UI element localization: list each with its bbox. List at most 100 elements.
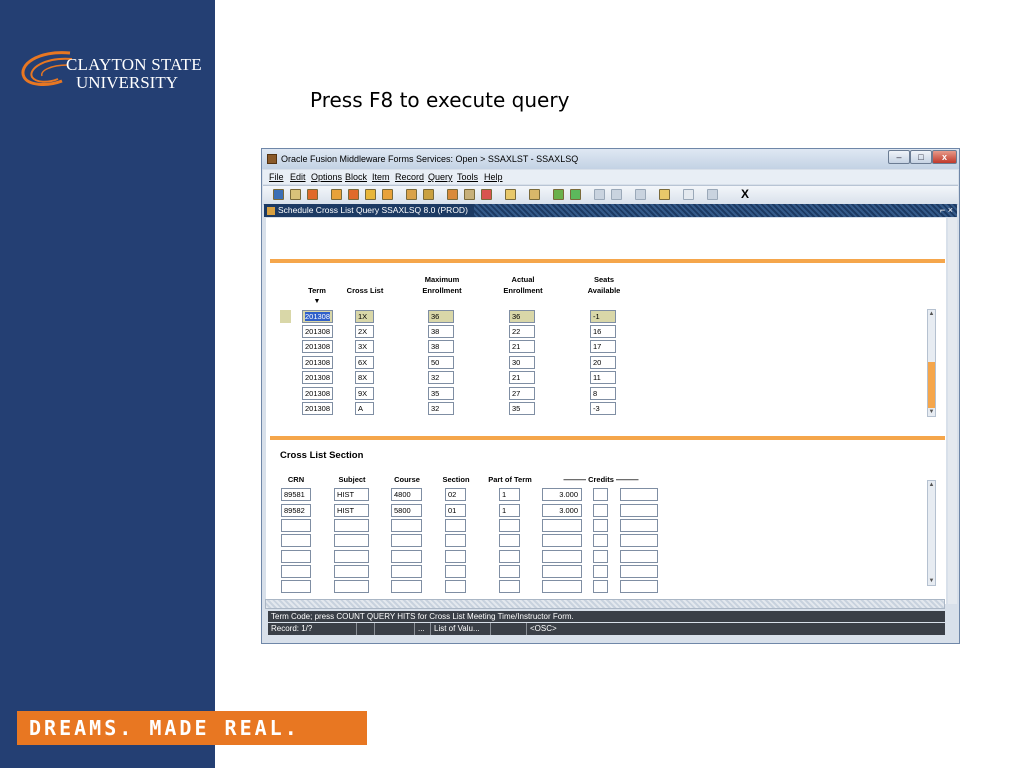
part-of-term-field[interactable] [499,519,520,532]
menu-item[interactable]: Item [372,172,390,182]
credit-hours-field[interactable]: 3.000 [542,488,582,501]
max-enrollment-field[interactable]: 35 [428,387,454,400]
cross-list-field[interactable]: 9X [355,387,374,400]
list-icon[interactable] [594,189,605,200]
part-of-term-field[interactable] [499,580,520,593]
credit-indicator-field[interactable] [593,580,608,593]
seats-available-field[interactable]: -1 [590,310,616,323]
execute-query-icon[interactable] [423,189,434,200]
actual-enrollment-field[interactable]: 30 [509,356,535,369]
section-field[interactable]: 02 [445,488,466,501]
term-field[interactable]: 201308 [302,325,333,338]
menu-block[interactable]: Block [345,172,367,182]
subject-field[interactable] [334,519,369,532]
menu-record[interactable]: Record [395,172,424,182]
part-of-term-field[interactable] [499,550,520,563]
menu-tools[interactable]: Tools [457,172,478,182]
menu-query[interactable]: Query [428,172,453,182]
save-icon[interactable] [273,189,284,200]
term-field[interactable]: 201308 [302,387,333,400]
course-field[interactable]: 4800 [391,488,422,501]
subject-field[interactable] [334,565,369,578]
credit-type-field[interactable] [620,580,658,593]
course-field[interactable] [391,565,422,578]
credit-hours-field[interactable]: 3.000 [542,504,582,517]
cross-list-field[interactable]: 6X [355,356,374,369]
menu-file[interactable]: File [269,172,284,182]
crn-field[interactable] [281,519,311,532]
actual-enrollment-field[interactable]: 21 [509,371,535,384]
credit-type-field[interactable] [620,504,658,517]
part-of-term-field[interactable] [499,565,520,578]
scroll-down-icon[interactable]: ▼ [928,577,935,585]
section-field[interactable] [445,519,466,532]
delete-record-icon[interactable] [481,189,492,200]
actual-enrollment-field[interactable]: 21 [509,340,535,353]
credit-indicator-field[interactable] [593,534,608,547]
options-icon[interactable] [570,189,581,200]
part-of-term-field[interactable]: 1 [499,504,520,517]
credit-type-field[interactable] [620,550,658,563]
actual-enrollment-field[interactable]: 36 [509,310,535,323]
menu-edit[interactable]: Edit [290,172,306,182]
crn-field[interactable] [281,550,311,563]
seats-available-field[interactable]: -3 [590,402,616,415]
blank-icon[interactable] [683,189,694,200]
scroll-up-icon[interactable]: ▲ [928,481,935,489]
term-dropdown-icon[interactable]: ▼ [311,296,323,307]
course-field[interactable] [391,550,422,563]
max-enrollment-field[interactable]: 38 [428,340,454,353]
crn-field[interactable] [281,580,311,593]
credit-indicator-field[interactable] [593,488,608,501]
credit-type-field[interactable] [620,534,658,547]
section-field[interactable] [445,550,466,563]
section-field[interactable]: 01 [445,504,466,517]
subject-field[interactable]: HIST [334,488,369,501]
term-field[interactable]: 201308 [302,340,333,353]
scroll-thumb[interactable] [928,362,935,408]
credit-type-field[interactable] [620,519,658,532]
previous-record-icon[interactable] [348,189,359,200]
credit-hours-field[interactable] [542,534,582,547]
crn-field[interactable]: 89582 [281,504,311,517]
next-record-icon[interactable] [365,189,376,200]
search-icon[interactable] [553,189,564,200]
seats-available-field[interactable]: 11 [590,371,616,384]
cross-list-scrollbar[interactable]: ▲ ▼ [927,480,936,586]
credit-indicator-field[interactable] [593,550,608,563]
cross-list-field[interactable]: 8X [355,371,374,384]
part-of-term-field[interactable] [499,534,520,547]
horizontal-scrollbar[interactable] [265,599,945,609]
seats-available-field[interactable]: 8 [590,387,616,400]
credit-hours-field[interactable] [542,519,582,532]
crn-field[interactable] [281,534,311,547]
max-enrollment-field[interactable]: 38 [428,325,454,338]
course-field[interactable] [391,519,422,532]
cross-list-field[interactable]: 2X [355,325,374,338]
actual-enrollment-field[interactable]: 27 [509,387,535,400]
attachments-icon[interactable] [505,189,516,200]
cross-list-field[interactable]: 3X [355,340,374,353]
next-block-icon[interactable] [382,189,393,200]
form-window-controls[interactable]: ⌐ × [940,204,953,217]
subject-field[interactable] [334,580,369,593]
exit-icon[interactable] [707,189,718,200]
credit-hours-field[interactable] [542,550,582,563]
course-field[interactable] [391,580,422,593]
credit-type-field[interactable] [620,488,658,501]
credit-indicator-field[interactable] [593,504,608,517]
form-vertical-scrollbar[interactable] [948,218,957,604]
close-button[interactable]: x [932,150,957,164]
term-field[interactable]: 201308 [302,402,333,415]
part-of-term-field[interactable]: 1 [499,488,520,501]
cross-list-field[interactable]: A [355,402,374,415]
seats-available-field[interactable]: 17 [590,340,616,353]
section-field[interactable] [445,580,466,593]
close-form-icon[interactable]: X [741,187,749,201]
actual-enrollment-field[interactable]: 22 [509,325,535,338]
max-enrollment-field[interactable]: 32 [428,371,454,384]
course-field[interactable]: 5800 [391,504,422,517]
menu-options[interactable]: Options [311,172,342,182]
credit-indicator-field[interactable] [593,565,608,578]
scroll-down-icon[interactable]: ▼ [928,408,935,416]
